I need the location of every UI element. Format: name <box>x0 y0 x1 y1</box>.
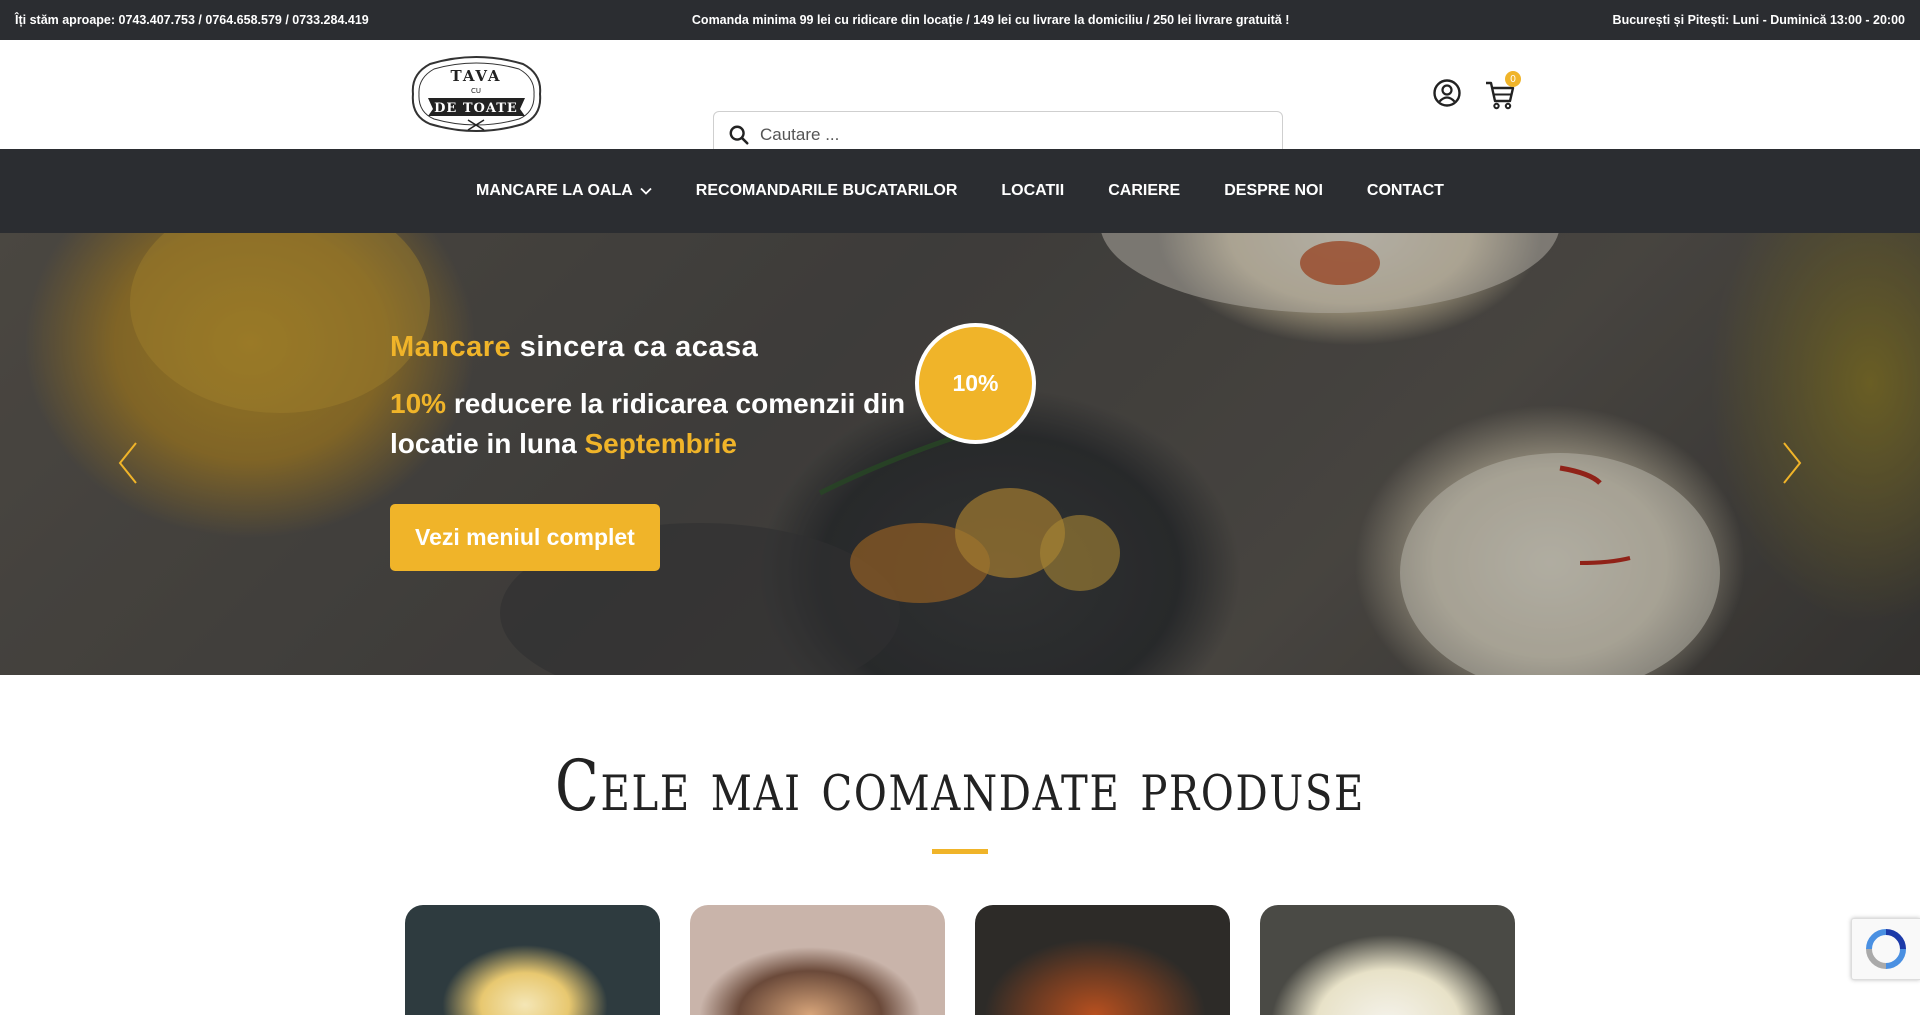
order-info: Comanda minima 99 lei cu ridicare din lo… <box>691 13 1290 27</box>
slider-next-arrow-icon[interactable] <box>1780 441 1804 485</box>
product-cards <box>405 905 1545 1015</box>
top-info-bar: Îți stăm aproape: 0743.407.753 / 0764.65… <box>0 0 1920 40</box>
product-card[interactable] <box>975 905 1230 1015</box>
nav-item-locatii[interactable]: LOCATII <box>1001 182 1064 200</box>
site-logo[interactable]: TAVA CU DE TOATE <box>410 54 543 134</box>
section-title: Cele mai comandate produse <box>554 745 1366 827</box>
main-navigation: MANCARE LA OALA RECOMANDARILE BUCATARILO… <box>0 149 1920 233</box>
cart-count-badge: 0 <box>1505 71 1521 87</box>
search-icon <box>729 125 749 145</box>
logo-text-3: DE TOATE <box>434 101 518 116</box>
hero-food-background <box>130 233 1720 675</box>
discount-badge: 10% <box>915 323 1036 444</box>
search-input[interactable] <box>760 124 1260 145</box>
nav-item-mancare-la-oala[interactable]: MANCARE LA OALA <box>476 182 652 200</box>
product-card[interactable] <box>690 905 945 1015</box>
hero-title-highlight: Mancare <box>390 331 512 363</box>
nav-item-despre-noi[interactable]: DESPRE NOI <box>1224 182 1323 200</box>
hero-content: Mancare sincera ca acasa 10% reducere la… <box>390 331 910 571</box>
opening-hours: București și Pitești: Luni - Duminică 13… <box>1612 13 1905 27</box>
nav-item-label: CONTACT <box>1366 182 1444 199</box>
hero-title: Mancare sincera ca acasa <box>390 331 910 364</box>
nav-item-label: CARIERE <box>1108 182 1181 199</box>
nav-item-label: LOCATII <box>1001 182 1065 199</box>
chevron-down-icon <box>640 187 652 195</box>
recaptcha-badge[interactable] <box>1851 918 1920 980</box>
product-card[interactable] <box>1260 905 1515 1015</box>
nav-item-cariere[interactable]: CARIERE <box>1108 182 1180 200</box>
slider-prev-arrow-icon[interactable] <box>116 441 140 485</box>
logo-text-1: TAVA <box>450 67 501 85</box>
contact-phones: Îți stăm aproape: 0743.407.753 / 0764.65… <box>15 13 369 27</box>
nav-item-recomandari[interactable]: RECOMANDARILE BUCATARILOR <box>696 182 958 200</box>
nav-item-contact[interactable]: CONTACT <box>1367 182 1444 200</box>
user-account-icon[interactable] <box>1432 78 1462 108</box>
hero-title-rest: sincera ca acasa <box>511 331 759 363</box>
product-card[interactable] <box>405 905 660 1015</box>
hero-month: Septembrie <box>584 428 737 459</box>
hero-discount: 10% <box>390 388 447 419</box>
recaptcha-icon <box>1866 929 1906 969</box>
hero-slider: Mancare sincera ca acasa 10% reducere la… <box>0 233 1920 675</box>
title-underline <box>932 849 988 854</box>
logo-text-2: CU <box>471 87 481 95</box>
hero-subtitle: 10% reducere la ridicarea comenzii din l… <box>390 384 910 464</box>
site-header: TAVA CU DE TOATE 0 <box>0 40 1920 158</box>
nav-item-label: DESPRE NOI <box>1224 182 1323 199</box>
nav-item-label: RECOMANDARILE BUCATARILOR <box>695 182 958 199</box>
view-full-menu-button[interactable]: Vezi meniul complet <box>390 504 660 571</box>
nav-item-label: MANCARE LA OALA <box>476 182 633 199</box>
